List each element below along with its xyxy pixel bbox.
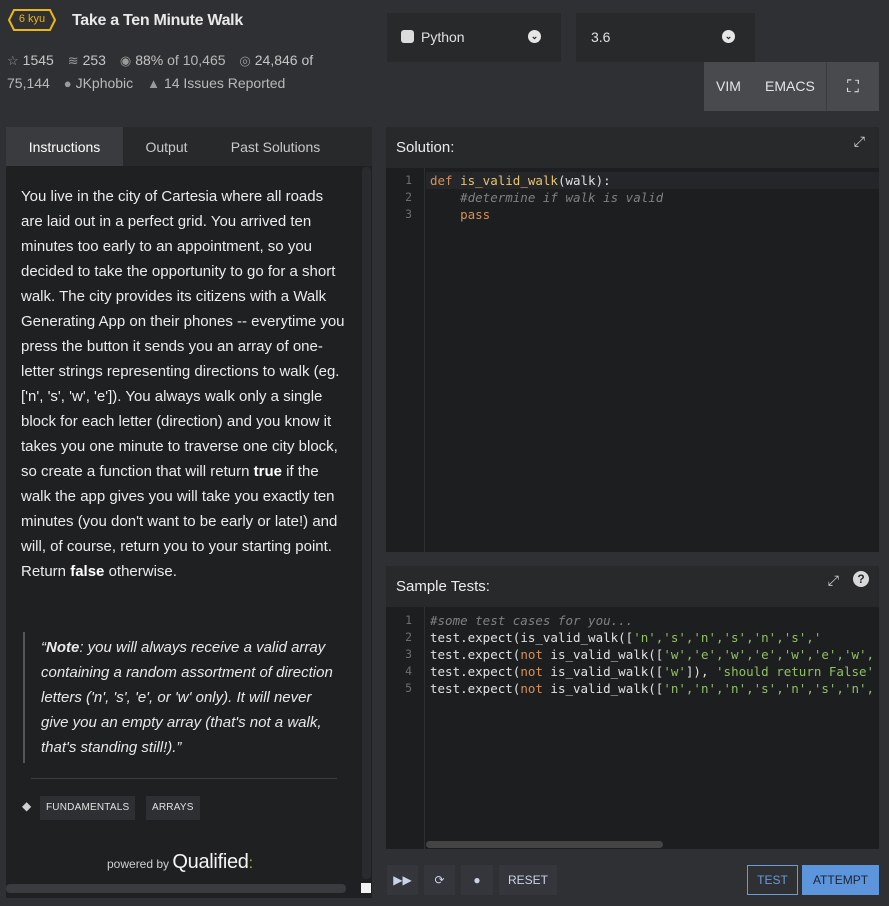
chevron-down-icon: ⌄ — [528, 30, 541, 43]
fullscreen-icon[interactable]: ⛶ — [826, 62, 879, 111]
tab-past-solutions[interactable]: Past Solutions — [210, 127, 341, 166]
reset-button[interactable]: RESET — [499, 865, 557, 895]
note-blockquote: “Note: you will always receive a valid a… — [23, 632, 343, 763]
expand-icon[interactable]: ⤢ — [854, 133, 865, 150]
editor-mode-bar: VIM EMACS ⛶ — [704, 62, 879, 111]
help-icon[interactable]: ? — [853, 571, 869, 587]
kata-title: Take a Ten Minute Walk — [72, 12, 243, 29]
powered-by-qualified[interactable]: powered by Qualified: — [107, 851, 253, 874]
solution-header: Solution: — [396, 139, 455, 156]
kata-stats: ☆ 1545 ≋ 253 ◉ 88% of 10,465 ◎ 24,846 of 75,… — [7, 49, 337, 95]
vim-button[interactable]: VIM — [716, 78, 741, 94]
test-line-5: test.expect(not is_valid_walk(['n','n','… — [430, 681, 875, 696]
tab-instructions[interactable]: Instructions — [6, 127, 123, 166]
tests-horizontal-scrollbar[interactable] — [426, 841, 663, 848]
scroll-corner — [361, 883, 371, 893]
description-tabs: Instructions Output Past Solutions — [6, 127, 372, 166]
code-line-2: #determine if walk is valid — [430, 190, 664, 205]
tag-icon: ◆ — [22, 799, 32, 813]
expand-icon[interactable]: ⤢ — [828, 572, 839, 589]
code-line-3: pass — [430, 207, 491, 222]
warning-icon: ▲ — [147, 76, 160, 91]
line-gutter: 1 2 3 — [386, 168, 425, 552]
fast-forward-icon[interactable]: ▶▶ — [387, 865, 418, 895]
solution-editor[interactable]: 1 2 3 def is_valid_walk(walk): #determin… — [386, 168, 879, 552]
divider — [31, 778, 337, 779]
instructions-text: You live in the city of Cartesia where a… — [21, 188, 345, 580]
tests-editor[interactable]: 1 2 3 4 5 #some test cases for you... te… — [386, 607, 879, 849]
satisfaction-stat: ◉ 88% of 10,465 — [119, 52, 226, 68]
sample-tests-panel: Sample Tests: ⤢ ? 1 2 3 4 5 #some test c… — [386, 566, 879, 849]
tab-output[interactable]: Output — [123, 127, 210, 166]
eye-icon: ◉ — [119, 53, 132, 68]
test-line-1: #some test cases for you... — [430, 613, 634, 628]
test-line-3: test.expect(not is_valid_walk(['w','e','… — [430, 647, 875, 662]
author-link[interactable]: ● JKphobic — [64, 75, 133, 91]
emacs-button[interactable]: EMACS — [765, 78, 815, 94]
target-icon: ◎ — [239, 53, 251, 68]
python-icon — [401, 30, 414, 43]
vertical-scrollbar[interactable] — [362, 167, 371, 879]
description-panel: Instructions Output Past Solutions You l… — [6, 127, 372, 898]
completed-stat: ◎ 24,846 of — [239, 52, 314, 68]
line-gutter: 1 2 3 4 5 — [386, 607, 425, 849]
issues-link[interactable]: ▲ 14 Issues Reported — [147, 75, 285, 91]
rank-badge: 6 kyu — [8, 9, 56, 31]
horizontal-scrollbar[interactable] — [6, 884, 346, 893]
stack-icon: ≋ — [67, 53, 79, 68]
chevron-down-icon: ⌄ — [722, 30, 735, 43]
attempt-button[interactable]: ATTEMPT — [802, 865, 879, 895]
stars-stat[interactable]: ☆ 1545 — [7, 52, 54, 68]
test-button[interactable]: TEST — [747, 865, 798, 895]
chat-icon[interactable]: ● — [461, 865, 493, 895]
sample-tests-header: Sample Tests: — [396, 578, 490, 595]
refresh-icon[interactable]: ⟳ — [424, 865, 455, 895]
test-line-2: test.expect(is_valid_walk(['n','s','n','… — [430, 630, 822, 645]
version-select[interactable]: 3.6 ⌄ — [576, 13, 755, 62]
test-line-4: test.expect(not is_valid_walk(['w']), 's… — [430, 664, 875, 679]
tag-arrays[interactable]: ARRAYS — [146, 796, 200, 820]
user-icon: ● — [63, 76, 72, 91]
rank-label: 6 kyu — [18, 13, 46, 25]
language-select[interactable]: Python ⌄ — [387, 13, 561, 62]
completed-total: 75,144 — [7, 75, 50, 91]
star-icon: ☆ — [7, 53, 19, 68]
solution-panel: Solution: ⤢ 1 2 3 def is_valid_walk(walk… — [386, 127, 879, 552]
code-line-1: def is_valid_walk(walk): — [430, 173, 611, 188]
tag-fundamentals[interactable]: FUNDAMENTALS — [40, 796, 136, 820]
collections-stat[interactable]: ≋ 253 — [68, 52, 106, 68]
